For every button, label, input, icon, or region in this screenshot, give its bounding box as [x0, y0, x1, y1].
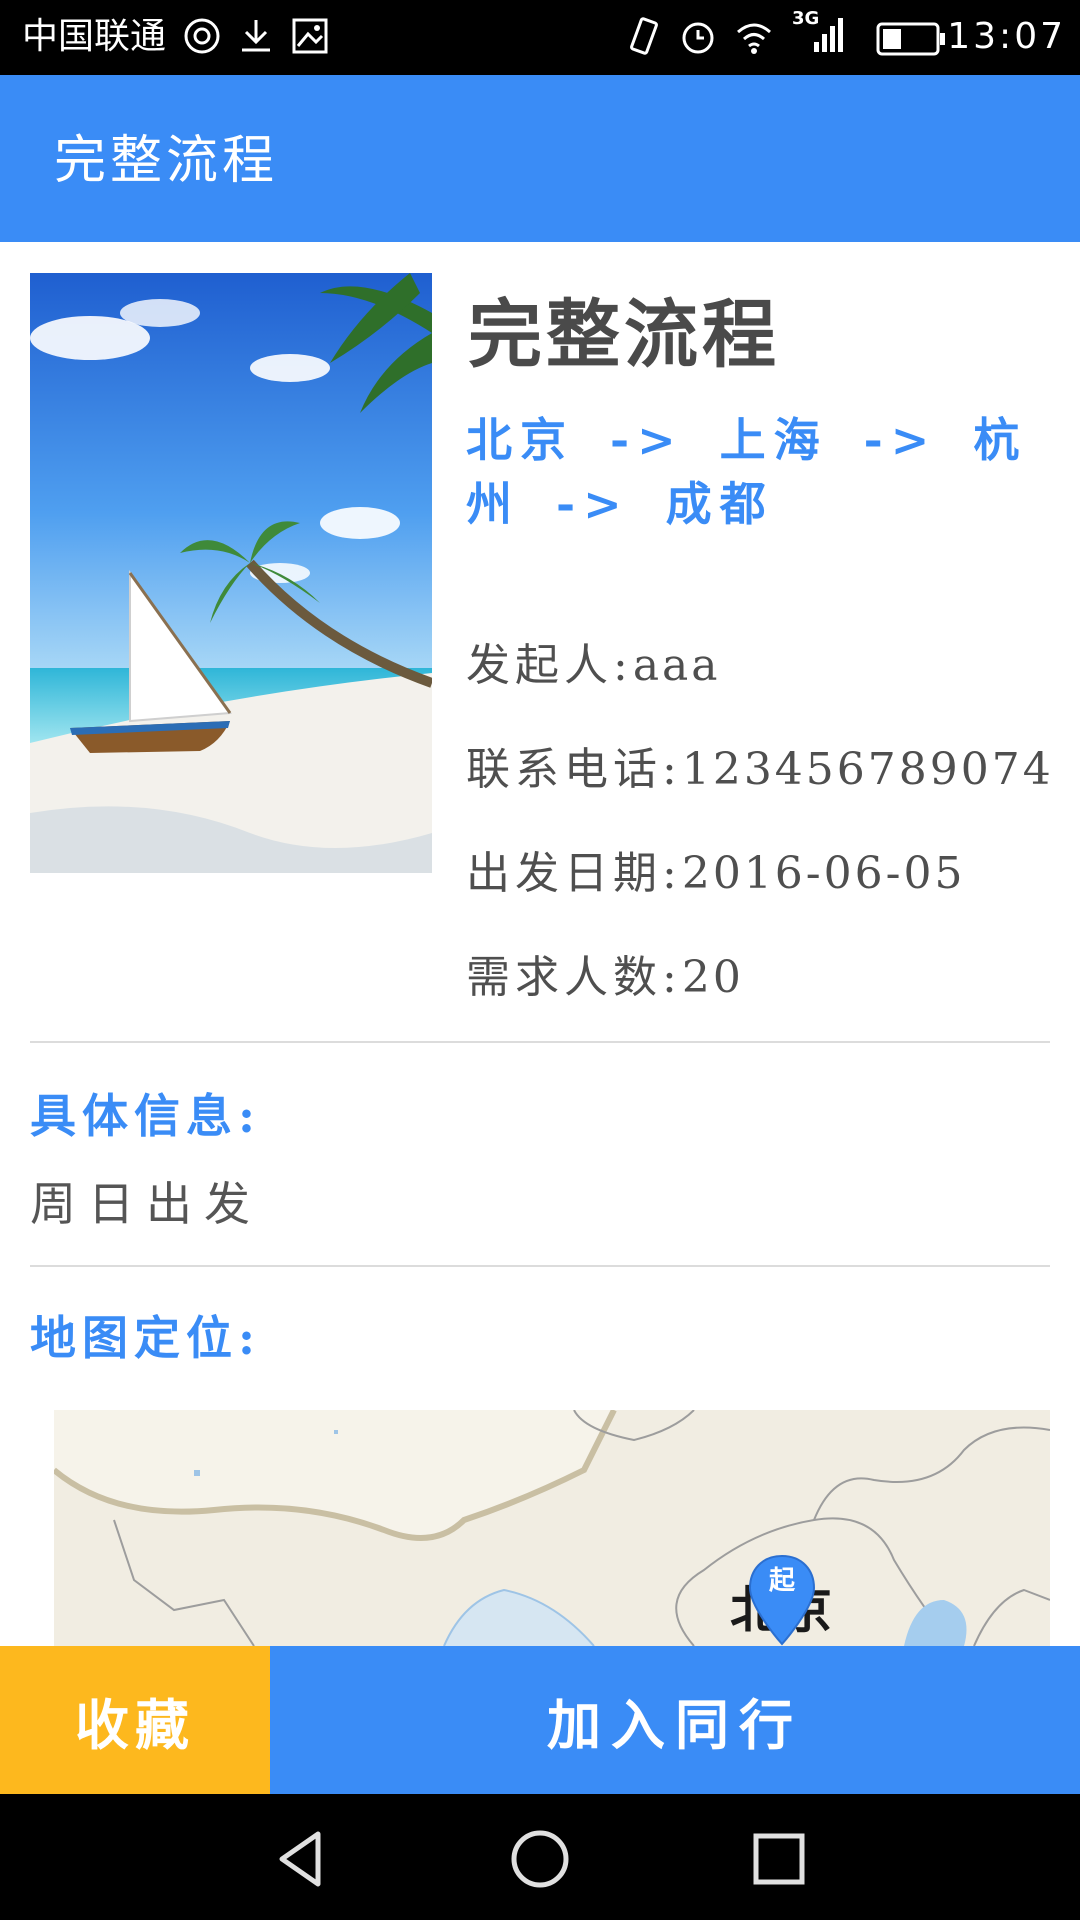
- system-nav-bar: [0, 1794, 1080, 1920]
- divider: [30, 1041, 1050, 1043]
- clock: 13:07: [947, 16, 1066, 57]
- status-bar: 中国联通 3G 13:07: [0, 0, 1080, 75]
- join-button[interactable]: 加入同行: [270, 1646, 1080, 1794]
- phone-value: 123456789074: [681, 744, 1054, 795]
- initiator-row: 发起人:aaa: [466, 636, 721, 696]
- map-view[interactable]: 北京 起: [54, 1410, 1050, 1646]
- image-icon: [292, 18, 328, 54]
- map-label: 地图定位:: [30, 1311, 261, 1365]
- start-marker-label: 起: [768, 1566, 795, 1596]
- details-label: 具体信息:: [30, 1089, 261, 1143]
- signal-icon: [814, 18, 843, 52]
- people-value: 20: [681, 952, 744, 1003]
- details-text: 周日出发: [30, 1177, 262, 1231]
- alarm-icon: [682, 22, 714, 54]
- trip-route: 北京 -> 上海 -> 杭州 -> 成都: [466, 413, 1028, 531]
- app-bar-title: 完整流程: [54, 131, 279, 191]
- phone-label: 联系电话:: [466, 744, 682, 795]
- carrier-name: 中国联通: [22, 16, 167, 57]
- sync-icon: [184, 18, 220, 54]
- recents-icon[interactable]: [744, 1824, 814, 1894]
- people-label: 需求人数:: [466, 952, 682, 1003]
- back-icon[interactable]: [266, 1824, 336, 1894]
- date-value: 2016-06-05: [681, 848, 966, 899]
- home-icon[interactable]: [505, 1824, 575, 1894]
- wifi-icon: [737, 23, 771, 54]
- collect-button[interactable]: 收藏: [0, 1646, 270, 1794]
- battery-icon: [876, 22, 945, 56]
- vibrate-icon: [630, 17, 658, 55]
- people-row: 需求人数:20: [466, 948, 744, 1008]
- map-background: [54, 1410, 1050, 1646]
- app-bar: 完整流程: [0, 75, 1080, 242]
- divider: [30, 1265, 1050, 1267]
- date-label: 出发日期:: [466, 848, 682, 899]
- download-icon: [242, 20, 270, 52]
- trip-title: 完整流程: [468, 292, 780, 378]
- initiator-value: aaa: [632, 640, 721, 691]
- date-row: 出发日期:2016-06-05: [466, 844, 966, 904]
- trip-cover-image: [30, 273, 432, 873]
- initiator-label: 发起人:: [466, 640, 633, 691]
- phone-row: 联系电话:123456789074: [466, 740, 1054, 800]
